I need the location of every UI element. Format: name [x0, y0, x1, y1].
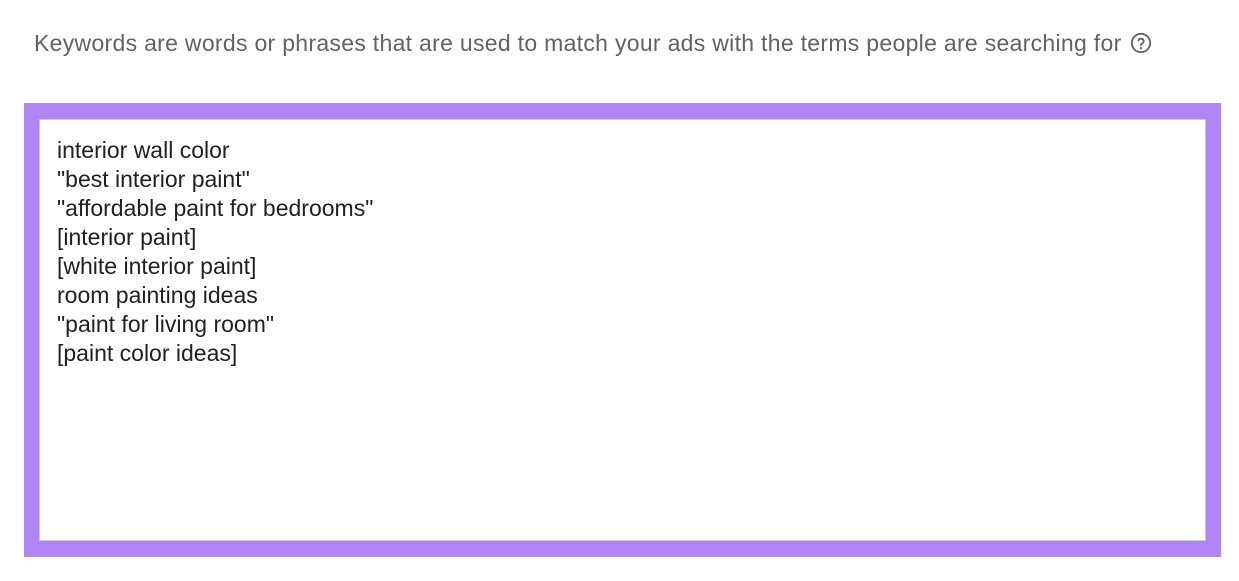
keyword-line: [interior paint] [57, 224, 197, 250]
keyword-line: [paint color ideas] [57, 340, 238, 366]
keywords-textarea[interactable]: interior wall color "best interior paint… [39, 119, 1206, 541]
keyword-line: room painting ideas [57, 282, 258, 308]
keyword-line: "best interior paint" [57, 166, 250, 192]
keywords-description-text: Keywords are words or phrases that are u… [34, 30, 1122, 56]
keyword-line: "affordable paint for bedrooms" [57, 195, 374, 221]
help-circle-icon[interactable] [1130, 29, 1152, 54]
keyword-line: interior wall color [57, 137, 230, 163]
keyword-line: "paint for living room" [57, 311, 275, 337]
keywords-input-focus-highlight: interior wall color "best interior paint… [24, 103, 1221, 557]
keyword-line: [white interior paint] [57, 253, 257, 279]
keywords-description: Keywords are words or phrases that are u… [34, 26, 1154, 61]
